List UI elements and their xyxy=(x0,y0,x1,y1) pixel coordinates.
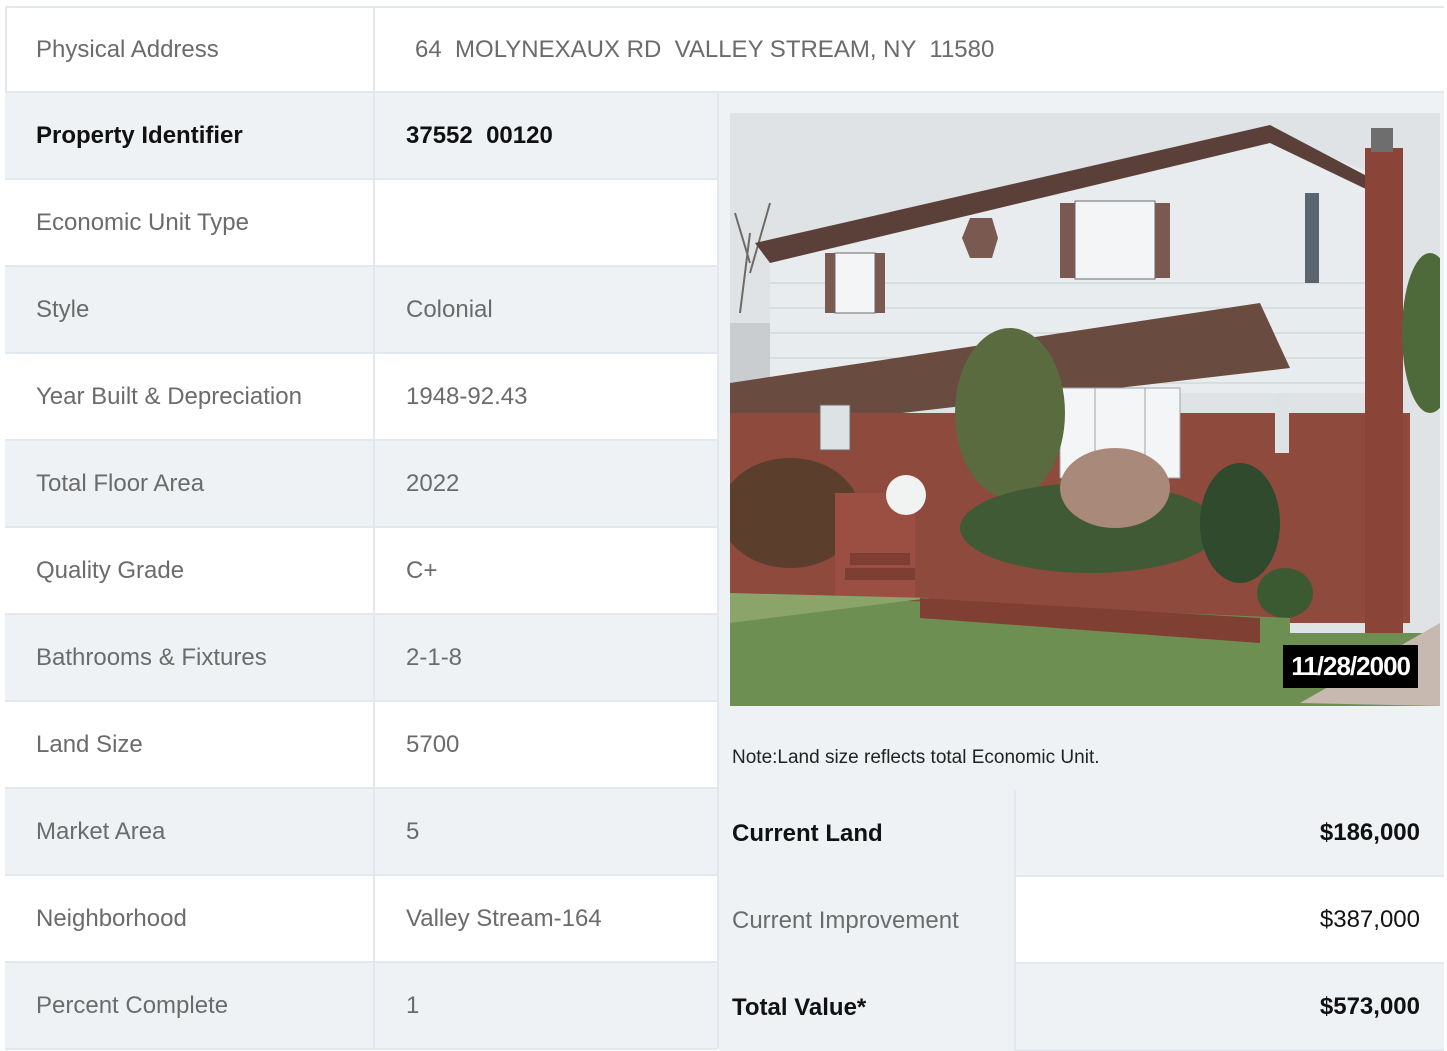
economic-unit-type-value xyxy=(375,180,717,265)
economic-unit-type-label: Economic Unit Type xyxy=(5,180,375,265)
total-value-label: Total Value* xyxy=(719,964,1014,1051)
property-identifier-label: Property Identifier xyxy=(5,93,375,178)
row-style: Style Colonial xyxy=(5,267,717,354)
house-image xyxy=(730,113,1440,706)
neighborhood-label: Neighborhood xyxy=(5,876,375,961)
property-photo: 11/28/2000 xyxy=(730,113,1440,706)
row-total-floor-area: Total Floor Area 2022 xyxy=(5,441,717,528)
row-year-built: Year Built & Depreciation 1948-92.43 xyxy=(5,354,717,441)
year-built-value: 1948-92.43 xyxy=(406,382,528,410)
row-current-improvement: Current Improvement $387,000 xyxy=(719,877,1444,964)
year-built-label: Year Built & Depreciation xyxy=(5,354,375,439)
photo-and-values-panel: 11/28/2000 Note:Land size reflects total… xyxy=(717,93,1444,1051)
neighborhood-value: Valley Stream-164 xyxy=(406,904,602,932)
property-details-table: Property Identifier 37552 00120 Economic… xyxy=(5,93,717,1050)
bathrooms-label: Bathrooms & Fixtures xyxy=(5,615,375,700)
physical-address-value: 64 MOLYNEXAUX RD VALLEY STREAM, NY 11580 xyxy=(415,35,995,63)
row-percent-complete: Percent Complete 1 xyxy=(5,963,717,1050)
property-record: Physical Address 64 MOLYNEXAUX RD VALLEY… xyxy=(5,6,1444,1051)
bathrooms-value: 2-1-8 xyxy=(406,643,463,671)
market-area-label: Market Area xyxy=(5,789,375,874)
current-land-value: $186,000 xyxy=(1014,790,1444,877)
current-improvement-label: Current Improvement xyxy=(719,877,1014,964)
quality-grade-label: Quality Grade xyxy=(5,528,375,613)
row-bathrooms: Bathrooms & Fixtures 2-1-8 xyxy=(5,615,717,702)
land-size-label: Land Size xyxy=(5,702,375,787)
row-land-size: Land Size 5700 xyxy=(5,702,717,789)
property-identifier-value: 37552 00120 xyxy=(406,121,553,149)
land-size-note: Note:Land size reflects total Economic U… xyxy=(732,747,1100,768)
current-land-label: Current Land xyxy=(719,790,1014,877)
physical-address-label: Physical Address xyxy=(5,8,375,91)
row-quality-grade: Quality Grade C+ xyxy=(5,528,717,615)
total-floor-area-value: 2022 xyxy=(406,469,460,497)
total-floor-area-label: Total Floor Area xyxy=(5,441,375,526)
market-area-value: 5 xyxy=(406,817,420,845)
current-improvement-value: $387,000 xyxy=(1014,877,1444,964)
row-neighborhood: Neighborhood Valley Stream-164 xyxy=(5,876,717,963)
photo-date-stamp: 11/28/2000 xyxy=(1283,645,1418,688)
percent-complete-label: Percent Complete xyxy=(5,963,375,1048)
row-current-land: Current Land $186,000 xyxy=(719,790,1444,877)
percent-complete-value: 1 xyxy=(406,991,420,1019)
row-property-identifier: Property Identifier 37552 00120 xyxy=(5,93,717,180)
quality-grade-value: C+ xyxy=(406,556,438,584)
style-value: Colonial xyxy=(406,295,493,323)
row-economic-unit-type: Economic Unit Type xyxy=(5,180,717,267)
row-total-value: Total Value* $573,000 xyxy=(719,964,1444,1051)
land-size-value: 5700 xyxy=(406,730,460,758)
total-value-value: $573,000 xyxy=(1014,964,1444,1051)
style-label: Style xyxy=(5,267,375,352)
physical-address-row: Physical Address 64 MOLYNEXAUX RD VALLEY… xyxy=(5,6,1444,93)
valuation-table: Current Land $186,000 Current Improvemen… xyxy=(719,790,1444,1051)
row-market-area: Market Area 5 xyxy=(5,789,717,876)
